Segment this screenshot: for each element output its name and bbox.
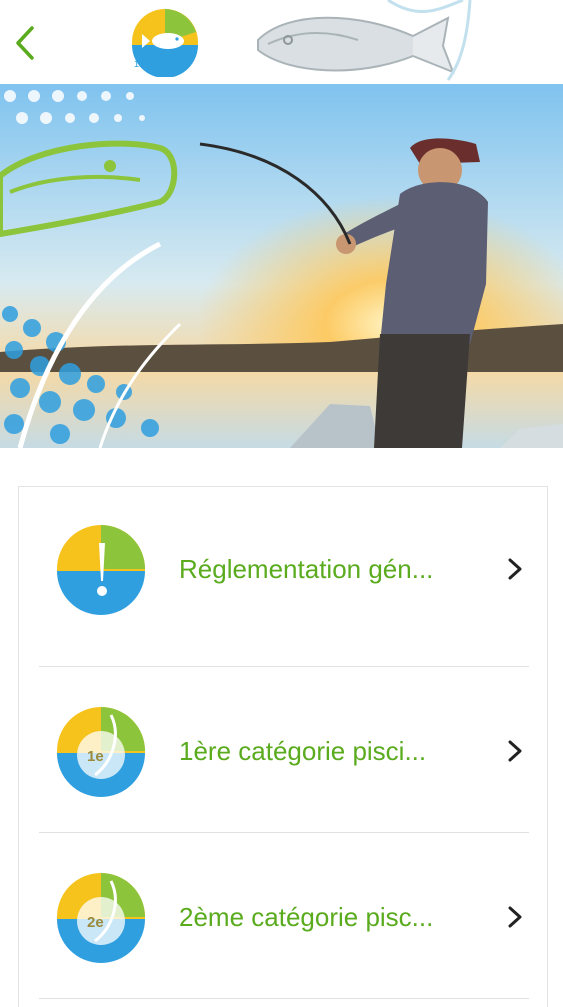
- badge-number: 1e: [87, 748, 104, 765]
- chevron-left-icon: [16, 26, 34, 60]
- logo-number: 13: [134, 59, 144, 69]
- menu-item-label: 2ème catégorie pisc...: [179, 902, 434, 932]
- header-fish-illustration: [257, 0, 472, 81]
- divider: [39, 666, 529, 667]
- first-category-badge-icon: 1e: [57, 707, 145, 797]
- menu-item-general-regulation[interactable]: Réglementation gén...: [19, 487, 547, 652]
- chevron-right-icon: [508, 906, 522, 928]
- badge-number: 2e: [87, 914, 104, 931]
- back-button[interactable]: [8, 22, 44, 62]
- second-category-badge-icon: 2e: [57, 873, 145, 963]
- chevron-right-icon: [508, 740, 522, 762]
- divider: [39, 998, 529, 999]
- category-menu: Réglementation gén... 1e 1ère catégorie …: [18, 486, 548, 1007]
- exclamation-badge-icon: [57, 525, 145, 615]
- divider: [39, 832, 529, 833]
- chevron-right-icon: [508, 558, 522, 580]
- menu-item-first-category[interactable]: 1e 1ère catégorie pisci...: [19, 669, 547, 834]
- menu-item-label: 1ère catégorie pisci...: [179, 736, 427, 766]
- app-logo: 13: [132, 9, 198, 77]
- menu-item-label: Réglementation gén...: [179, 554, 434, 584]
- hero-fishing-image: [0, 84, 563, 448]
- app-header: 13: [0, 0, 563, 85]
- menu-item-second-category[interactable]: 2e 2ème catégorie pisc...: [19, 835, 547, 1000]
